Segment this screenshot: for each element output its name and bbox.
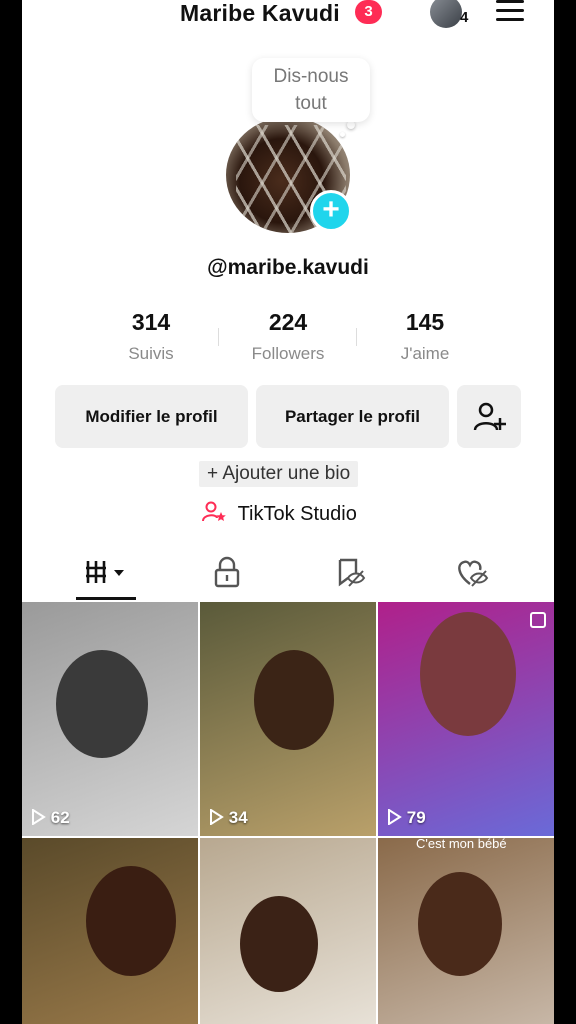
- following-stat[interactable]: 314 Suivis: [82, 309, 220, 364]
- studio-user-icon: [202, 501, 232, 525]
- add-friend-icon: [473, 402, 506, 430]
- followers-stat[interactable]: 224 Followers: [219, 309, 357, 364]
- profile-display-name[interactable]: Maribe Kavudi: [180, 0, 340, 27]
- profile-handle: @maribe.kavudi: [207, 256, 369, 279]
- view-count: 79: [386, 808, 426, 828]
- likes-count: 145: [405, 309, 445, 335]
- notification-badge[interactable]: 3: [355, 0, 382, 24]
- status-bubble[interactable]: Dis-nous tout: [252, 58, 370, 122]
- likes-label: J'aime: [400, 344, 450, 363]
- play-icon: [210, 808, 224, 826]
- account-switch-avatar[interactable]: [430, 0, 462, 28]
- play-icon: [32, 808, 46, 826]
- bubble-line-2: tout: [295, 93, 327, 114]
- active-tab-indicator: [76, 597, 136, 600]
- studio-label: TikTok Studio: [237, 503, 357, 525]
- video-tile[interactable]: 79: [378, 602, 554, 836]
- tab-videos[interactable]: [66, 555, 146, 589]
- bubble-line-1: Dis-nous: [273, 66, 349, 87]
- video-tile[interactable]: 62: [22, 602, 198, 836]
- add-story-button[interactable]: +: [310, 190, 352, 232]
- video-tile[interactable]: C'est mon bébé: [378, 838, 554, 1024]
- video-tile[interactable]: [22, 838, 198, 1024]
- multi-photo-icon: [530, 612, 546, 628]
- add-bio-button[interactable]: + Ajouter une bio: [199, 461, 359, 487]
- following-count: 314: [131, 309, 171, 335]
- tab-private[interactable]: [187, 555, 267, 589]
- tab-reposts[interactable]: [310, 555, 390, 589]
- edit-profile-button[interactable]: Modifier le profil: [55, 385, 248, 448]
- grid-icon: [86, 561, 124, 583]
- bubble-tail-dot-small: [340, 132, 345, 137]
- profile-screen: Maribe Kavudi 3 4 Dis-nous tout + @marib…: [22, 0, 554, 1024]
- following-label: Suivis: [128, 344, 174, 363]
- bookmark-hidden-icon: [338, 558, 366, 587]
- add-friend-button[interactable]: [457, 385, 521, 448]
- likes-stat[interactable]: 145 J'aime: [356, 309, 494, 364]
- video-tile[interactable]: 34: [200, 602, 376, 836]
- play-icon: [388, 808, 402, 826]
- followers-label: Followers: [251, 344, 325, 363]
- video-tile[interactable]: [200, 838, 376, 1024]
- menu-icon[interactable]: [496, 0, 524, 22]
- tab-liked[interactable]: [432, 555, 512, 589]
- followers-count: 224: [268, 309, 308, 335]
- account-switch-count: 4: [460, 9, 469, 26]
- video-caption: C'est mon bébé: [416, 838, 507, 851]
- view-count: 34: [208, 808, 248, 828]
- tiktok-studio-link[interactable]: TikTok Studio: [202, 501, 357, 526]
- bubble-tail-dot: [347, 121, 355, 129]
- share-profile-button[interactable]: Partager le profil: [256, 385, 449, 448]
- lock-icon: [214, 556, 240, 588]
- heart-hidden-icon: [458, 560, 489, 587]
- view-count: 62: [30, 808, 70, 828]
